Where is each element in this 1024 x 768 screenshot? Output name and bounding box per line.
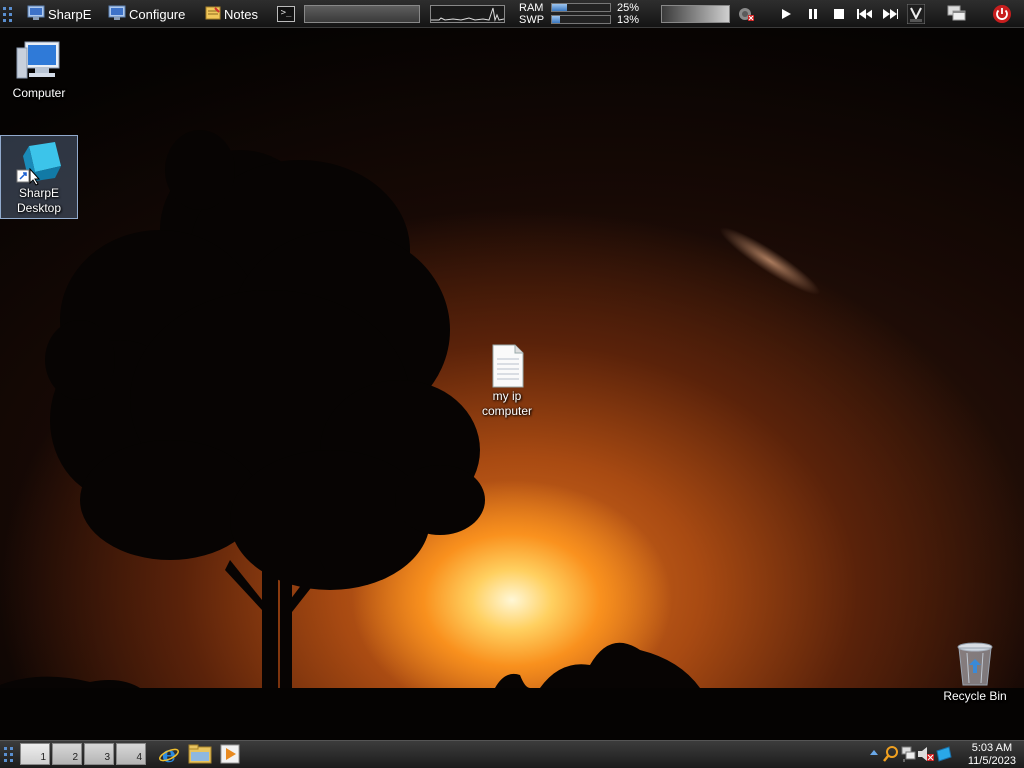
sharpe-menu-label: SharpE xyxy=(48,6,92,22)
swp-label: SWP xyxy=(519,14,545,26)
taskbar: 1 2 3 4 e 5:03 AM 11/5/2023 xyxy=(0,740,1024,768)
desktop-icon-label: Recycle Bin xyxy=(943,689,1007,703)
configure-button[interactable]: Configure xyxy=(108,0,185,28)
recycle-bin-icon xyxy=(955,641,995,689)
play-icon[interactable] xyxy=(778,6,794,22)
volume-slider[interactable] xyxy=(661,5,730,23)
configure-label: Configure xyxy=(129,6,186,22)
run-command-box[interactable] xyxy=(304,5,420,23)
media-player-icon[interactable] xyxy=(220,744,240,767)
text-document-icon xyxy=(489,343,525,389)
workspace-2-button[interactable]: 2 xyxy=(52,743,82,765)
file-explorer-icon[interactable] xyxy=(188,744,212,767)
network-icon[interactable] xyxy=(900,745,916,766)
desktop-icon-computer[interactable]: Computer xyxy=(0,38,78,104)
desktop-icon-label: my ip computer xyxy=(481,389,533,418)
monitor-icon xyxy=(108,5,126,24)
terminal-icon: >_ xyxy=(277,6,295,22)
previous-icon[interactable] xyxy=(856,6,872,22)
next-icon[interactable] xyxy=(882,6,898,22)
workspace-4-button[interactable]: 4 xyxy=(116,743,146,765)
computer-icon xyxy=(15,38,63,86)
taskbar-clock[interactable]: 5:03 AM 11/5/2023 xyxy=(968,742,1016,768)
internet-explorer-icon[interactable]: e xyxy=(158,742,180,768)
volume-muted-icon[interactable] xyxy=(917,745,935,766)
ram-bar xyxy=(551,3,611,12)
ram-percent: 25% xyxy=(617,2,640,14)
monitor-icon xyxy=(27,5,45,24)
stop-icon[interactable] xyxy=(831,6,847,22)
clock-date: 11/5/2023 xyxy=(967,755,1016,767)
workspace-1-button[interactable]: 1 xyxy=(20,743,50,765)
ram-label: RAM xyxy=(519,2,544,14)
wallpaper-ground xyxy=(0,688,1024,740)
updates-icon[interactable] xyxy=(935,745,953,766)
terminal-button[interactable]: >_ xyxy=(277,0,295,28)
muted-speaker-icon[interactable] xyxy=(738,6,754,22)
swp-percent: 13% xyxy=(617,14,640,26)
taskbar-grip-icon[interactable] xyxy=(3,745,15,766)
clock-time: 5:03 AM xyxy=(971,742,1013,754)
desktop-icon-my-ip-computer[interactable]: my ip computer xyxy=(468,343,546,423)
search-icon[interactable] xyxy=(883,745,899,766)
pause-icon[interactable] xyxy=(805,6,821,22)
workspace-3-button[interactable]: 3 xyxy=(84,743,114,765)
desktop-icon-label: SharpE Desktop xyxy=(16,186,62,215)
top-panel: SharpE Configure Notes >_ RAM 25% SWP 13… xyxy=(0,0,1024,28)
menu-grip-icon[interactable] xyxy=(2,0,14,28)
winamp-icon[interactable] xyxy=(907,4,925,24)
notes-icon xyxy=(205,5,221,24)
show-desktop-icon[interactable] xyxy=(947,5,967,23)
notes-button[interactable]: Notes xyxy=(205,0,258,28)
notes-label: Notes xyxy=(224,6,258,22)
sharpe-menu-button[interactable]: SharpE xyxy=(27,0,91,28)
swp-bar xyxy=(551,15,611,24)
cpu-graph xyxy=(430,5,505,23)
desktop-icon-recycle-bin[interactable]: Recycle Bin xyxy=(936,641,1014,711)
mouse-cursor xyxy=(29,167,41,189)
power-icon[interactable] xyxy=(992,4,1012,24)
desktop-icon-label: Computer xyxy=(12,86,66,100)
tray-expand-icon[interactable] xyxy=(869,747,879,761)
